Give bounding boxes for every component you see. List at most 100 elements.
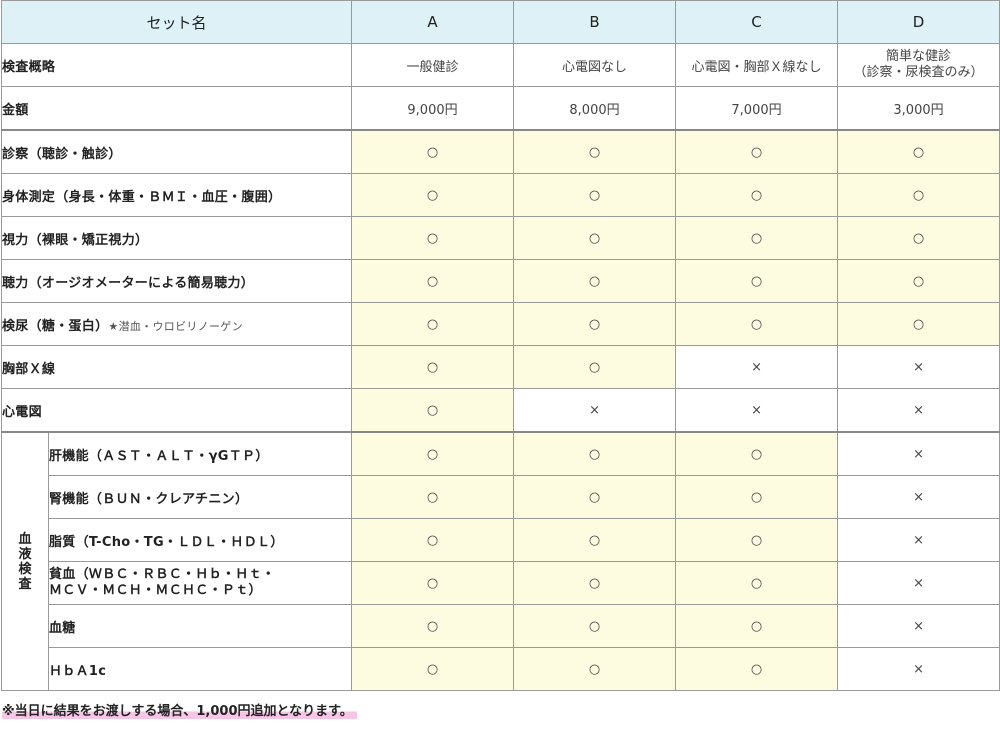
mark-a: ○ xyxy=(351,388,515,433)
mark-a: ○ xyxy=(351,604,515,648)
table-row: ＨｂＡ1c ○ ○ ○ × xyxy=(2,647,1000,691)
mark-b: ○ xyxy=(513,647,677,691)
table-row: 心電図 ○ × × × xyxy=(0,388,1000,433)
header-set-d: D xyxy=(837,0,1000,44)
price-c: 7,000円 xyxy=(675,86,839,131)
row-label: 視力（裸眼・矯正視力） xyxy=(0,216,353,260)
row-label: 身体測定（身長・体重・ＢＭＩ・血圧・腹囲） xyxy=(0,173,353,217)
mark-b: ○ xyxy=(513,518,677,562)
mark-b: ○ xyxy=(513,431,677,476)
mark-c: ○ xyxy=(675,173,839,217)
mark-b: ○ xyxy=(513,259,677,303)
mark-d: × xyxy=(837,475,1000,519)
mark-d: ○ xyxy=(837,129,1000,174)
price-b: 8,000円 xyxy=(513,86,677,131)
header-set-name: セット名 xyxy=(0,0,353,44)
header-row: セット名 A B C D xyxy=(0,0,1000,44)
summary-row: 検査概略 一般健診 心電図なし 心電図・胸部Ｘ線なし 簡単な健診 （診察・尿検査… xyxy=(0,43,1000,87)
mark-c: ○ xyxy=(675,129,839,174)
table-row: 血液検査 肝機能（ＡＳＴ・ＡＬＴ・γGＴＰ） ○ ○ ○ × xyxy=(1,431,1000,691)
row-label-main: 検尿（糖・蛋白） xyxy=(2,318,109,334)
row-label: 脂質（T-Cho・TG・ＬＤＬ・ＨＤＬ） xyxy=(47,518,353,562)
mark-a: ○ xyxy=(351,173,515,217)
mark-d: × xyxy=(837,647,1000,691)
blood-test-group-text: 血液検査 xyxy=(18,531,32,592)
header-set-c: C xyxy=(675,0,839,44)
mark-d: ○ xyxy=(837,216,1000,260)
mark-c: ○ xyxy=(675,259,839,303)
table-row: 検尿（糖・蛋白）★潜血・ウロビリノーゲン ○ ○ ○ ○ xyxy=(0,302,1000,346)
mark-b: ○ xyxy=(513,604,677,648)
price-label: 金額 xyxy=(0,86,353,131)
mark-c: × xyxy=(675,388,839,433)
mark-a: ○ xyxy=(351,475,515,519)
mark-d: × xyxy=(837,561,1000,605)
summary-b: 心電図なし xyxy=(513,43,677,87)
summary-d-line2: （診察・尿検査のみ） xyxy=(853,65,984,80)
mark-b: ○ xyxy=(513,475,677,519)
mark-a: ○ xyxy=(351,302,515,346)
table-row: 聴力（オージオメーターによる簡易聴力） ○ ○ ○ ○ xyxy=(0,259,1000,303)
summary-label: 検査概略 xyxy=(0,43,353,87)
summary-c: 心電図・胸部Ｘ線なし xyxy=(675,43,839,87)
mark-d: × xyxy=(837,518,1000,562)
row-label: 血糖 xyxy=(47,604,353,648)
mark-b: ○ xyxy=(513,216,677,260)
header-set-b: B xyxy=(513,0,677,44)
footnote: ※当日に結果をお渡しする場合、1,000円追加となります。 xyxy=(2,700,357,719)
table-row: 腎機能（ＢＵＮ・クレアチニン） ○ ○ ○ × xyxy=(2,475,1000,519)
mark-d: × xyxy=(837,604,1000,648)
summary-a: 一般健診 xyxy=(351,43,515,87)
table-row: 貧血（ＷＢＣ・ＲＢＣ・Ｈｂ・Ｈｔ・ ＭＣＶ・ＭＣＨ・ＭＣＨＣ・Ｐｔ） ○ ○ ○… xyxy=(2,561,1000,605)
blood-test-group-label: 血液検査 xyxy=(1,431,49,691)
mark-a: ○ xyxy=(351,518,515,562)
mark-b: ○ xyxy=(513,345,677,389)
mark-c: × xyxy=(675,345,839,389)
mark-d: ○ xyxy=(837,259,1000,303)
mark-d: ○ xyxy=(837,302,1000,346)
mark-c: ○ xyxy=(675,475,839,519)
summary-d: 簡単な健診 （診察・尿検査のみ） xyxy=(837,43,1000,87)
mark-a: ○ xyxy=(351,431,515,476)
mark-c: ○ xyxy=(675,561,839,605)
mark-b: ○ xyxy=(513,173,677,217)
mark-c: ○ xyxy=(675,518,839,562)
mark-d: ○ xyxy=(837,173,1000,217)
row-label-sub: ★潜血・ウロビリノーゲン xyxy=(108,319,243,333)
mark-b: ○ xyxy=(513,129,677,174)
mark-d: × xyxy=(837,345,1000,389)
mark-a: ○ xyxy=(351,259,515,303)
row-label: 聴力（オージオメーターによる簡易聴力） xyxy=(0,259,353,303)
header-set-a: A xyxy=(351,0,515,44)
row-label: 貧血（ＷＢＣ・ＲＢＣ・Ｈｂ・Ｈｔ・ ＭＣＶ・ＭＣＨ・ＭＣＨＣ・Ｐｔ） xyxy=(47,561,353,605)
row-label: 診察（聴診・触診） xyxy=(0,129,353,174)
row-label-line1: 貧血（ＷＢＣ・ＲＢＣ・Ｈｂ・Ｈｔ・ xyxy=(49,567,276,582)
exam-set-table: セット名 A B C D 検査概略 一般健診 心電図なし 心電図・胸部Ｘ線なし … xyxy=(0,0,1000,691)
mark-d: × xyxy=(837,431,1000,476)
mark-c: ○ xyxy=(675,647,839,691)
table-row: 血糖 ○ ○ ○ × xyxy=(2,604,1000,648)
table-row: 脂質（T-Cho・TG・ＬＤＬ・ＨＤＬ） ○ ○ ○ × xyxy=(2,518,1000,562)
mark-b: × xyxy=(513,388,677,433)
mark-c: ○ xyxy=(675,216,839,260)
mark-a: ○ xyxy=(351,345,515,389)
table-row: 診察（聴診・触診） ○ ○ ○ ○ xyxy=(0,129,1000,174)
summary-d-line1: 簡単な健診 xyxy=(886,49,952,64)
mark-c: ○ xyxy=(675,302,839,346)
mark-d: × xyxy=(837,388,1000,433)
mark-c: ○ xyxy=(675,431,839,476)
row-label-line2: ＭＣＶ・ＭＣＨ・ＭＣＨＣ・Ｐｔ） xyxy=(49,583,262,598)
table-row: 視力（裸眼・矯正視力） ○ ○ ○ ○ xyxy=(0,216,1000,260)
row-label: 腎機能（ＢＵＮ・クレアチニン） xyxy=(47,475,353,519)
row-label: 胸部Ｘ線 xyxy=(0,345,353,389)
row-label: ＨｂＡ1c xyxy=(47,647,353,691)
mark-b: ○ xyxy=(513,302,677,346)
mark-a: ○ xyxy=(351,561,515,605)
row-label: 心電図 xyxy=(0,388,353,433)
mark-a: ○ xyxy=(351,216,515,260)
row-label: 肝機能（ＡＳＴ・ＡＬＴ・γGＴＰ） xyxy=(47,431,353,476)
mark-c: ○ xyxy=(675,604,839,648)
mark-a: ○ xyxy=(351,129,515,174)
price-row: 金額 9,000円 8,000円 7,000円 3,000円 xyxy=(0,86,1000,131)
price-a: 9,000円 xyxy=(351,86,515,131)
